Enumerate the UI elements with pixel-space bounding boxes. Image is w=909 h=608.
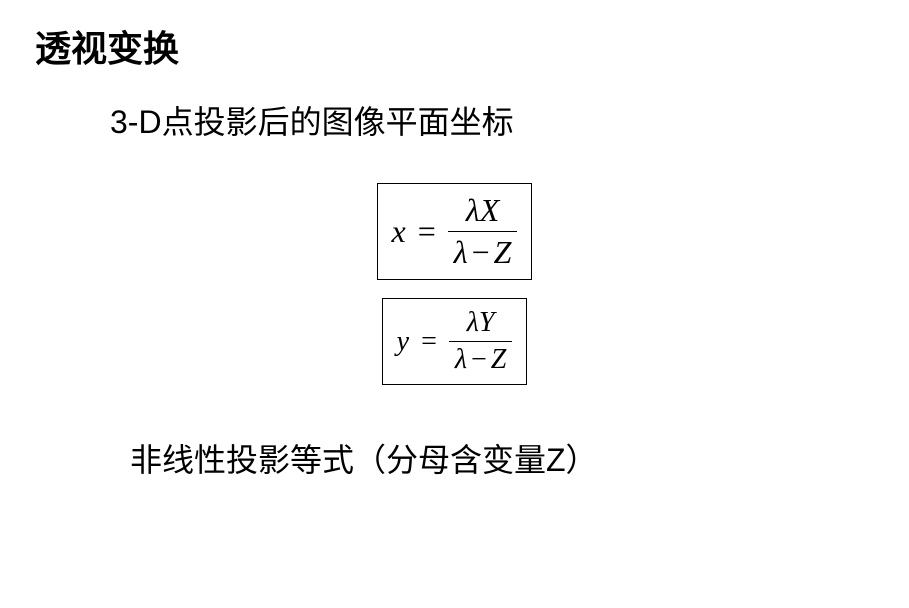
numerator-x: λX — [460, 192, 505, 231]
equation-y-lhs: y — [397, 326, 409, 358]
numerator-y: λY — [461, 307, 501, 341]
var-Z: Z — [491, 344, 507, 375]
equation-y: y = λY λ−Z — [397, 307, 513, 376]
denominator-x: λ−Z — [448, 231, 518, 271]
lambda-symbol: λ — [454, 234, 468, 270]
lambda-symbol: λ — [467, 307, 479, 338]
equation-box-x: x = λX λ−Z — [377, 183, 533, 280]
minus-sign: − — [471, 344, 487, 375]
minus-sign: − — [472, 234, 490, 270]
fraction-y: λY λ−Z — [449, 307, 513, 376]
bottom-note: 非线性投影等式（分母含变量Z） — [130, 435, 879, 481]
var-Y: Y — [479, 307, 495, 338]
var-Z: Z — [494, 234, 512, 270]
lambda-symbol: λ — [466, 192, 480, 228]
page-title: 透视变换 — [35, 20, 879, 72]
fraction-x: λX λ−Z — [448, 192, 518, 271]
denominator-y: λ−Z — [449, 341, 513, 376]
equations-container: x = λX λ−Z y = λY λ−Z — [30, 183, 879, 385]
equals-sign: = — [421, 326, 437, 358]
equation-box-y: y = λY λ−Z — [382, 298, 528, 385]
var-X: X — [480, 192, 500, 228]
lambda-symbol: λ — [455, 344, 467, 375]
equation-x-lhs: x — [392, 213, 406, 250]
equals-sign: = — [418, 213, 436, 250]
equation-x: x = λX λ−Z — [392, 192, 518, 271]
subtitle: 3-D点投影后的图像平面坐标 — [110, 97, 879, 143]
